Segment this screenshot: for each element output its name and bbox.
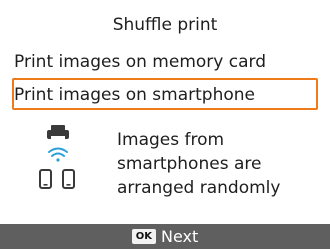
- printer-icon: [47, 125, 69, 139]
- option-print-memory-card[interactable]: Print images on memory card: [12, 47, 318, 79]
- option-label: Print images on memory card: [14, 52, 266, 72]
- illustration: [36, 124, 80, 200]
- footer-bar: OK Next: [0, 224, 330, 249]
- description-line: arranged randomly: [117, 178, 281, 198]
- wifi-icon: [48, 147, 68, 162]
- next-button[interactable]: Next: [161, 227, 198, 247]
- smartphone-icon: [39, 169, 52, 189]
- description-text: Images from smartphones are arranged ran…: [117, 128, 317, 200]
- menu-title: Shuffle print: [112, 15, 218, 35]
- description-line: smartphones are: [117, 154, 262, 174]
- option-print-smartphone[interactable]: Print images on smartphone: [12, 78, 318, 110]
- option-label: Print images on smartphone: [14, 85, 255, 105]
- description-line: Images from: [117, 130, 225, 150]
- ok-key-icon: OK: [131, 229, 156, 244]
- smartphone-icon: [62, 169, 75, 189]
